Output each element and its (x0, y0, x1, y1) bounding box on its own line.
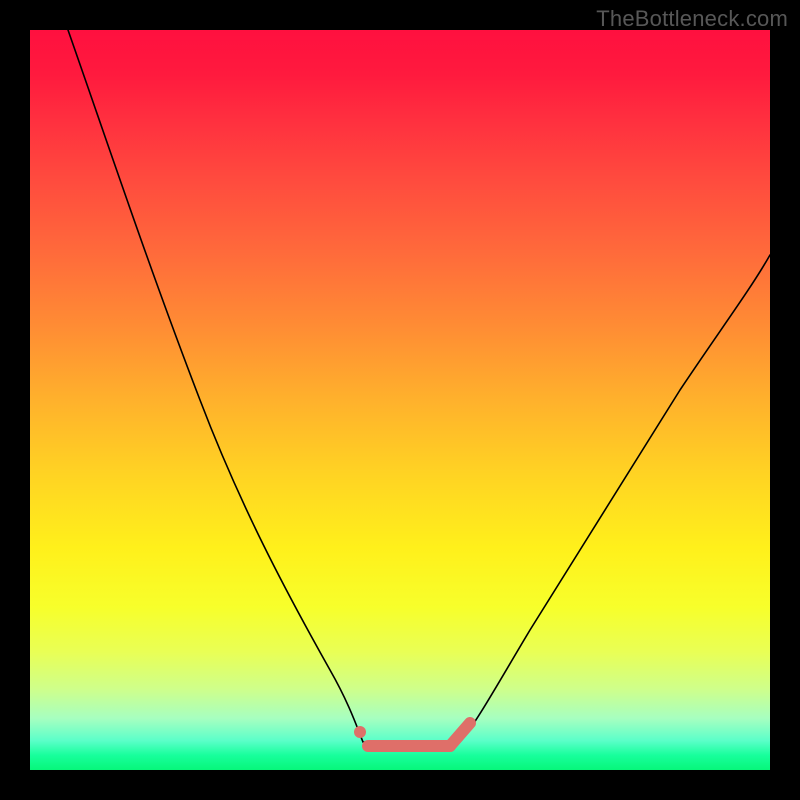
watermark-text: TheBottleneck.com (596, 6, 788, 32)
chart-svg (30, 30, 770, 770)
curve-right-branch (460, 255, 770, 742)
curve-left-branch (68, 30, 363, 742)
chart-frame: TheBottleneck.com (0, 0, 800, 800)
flat-zone-marker-right-tip (450, 723, 470, 746)
flat-zone-marker-left-dot (354, 726, 366, 738)
plot-area (30, 30, 770, 770)
